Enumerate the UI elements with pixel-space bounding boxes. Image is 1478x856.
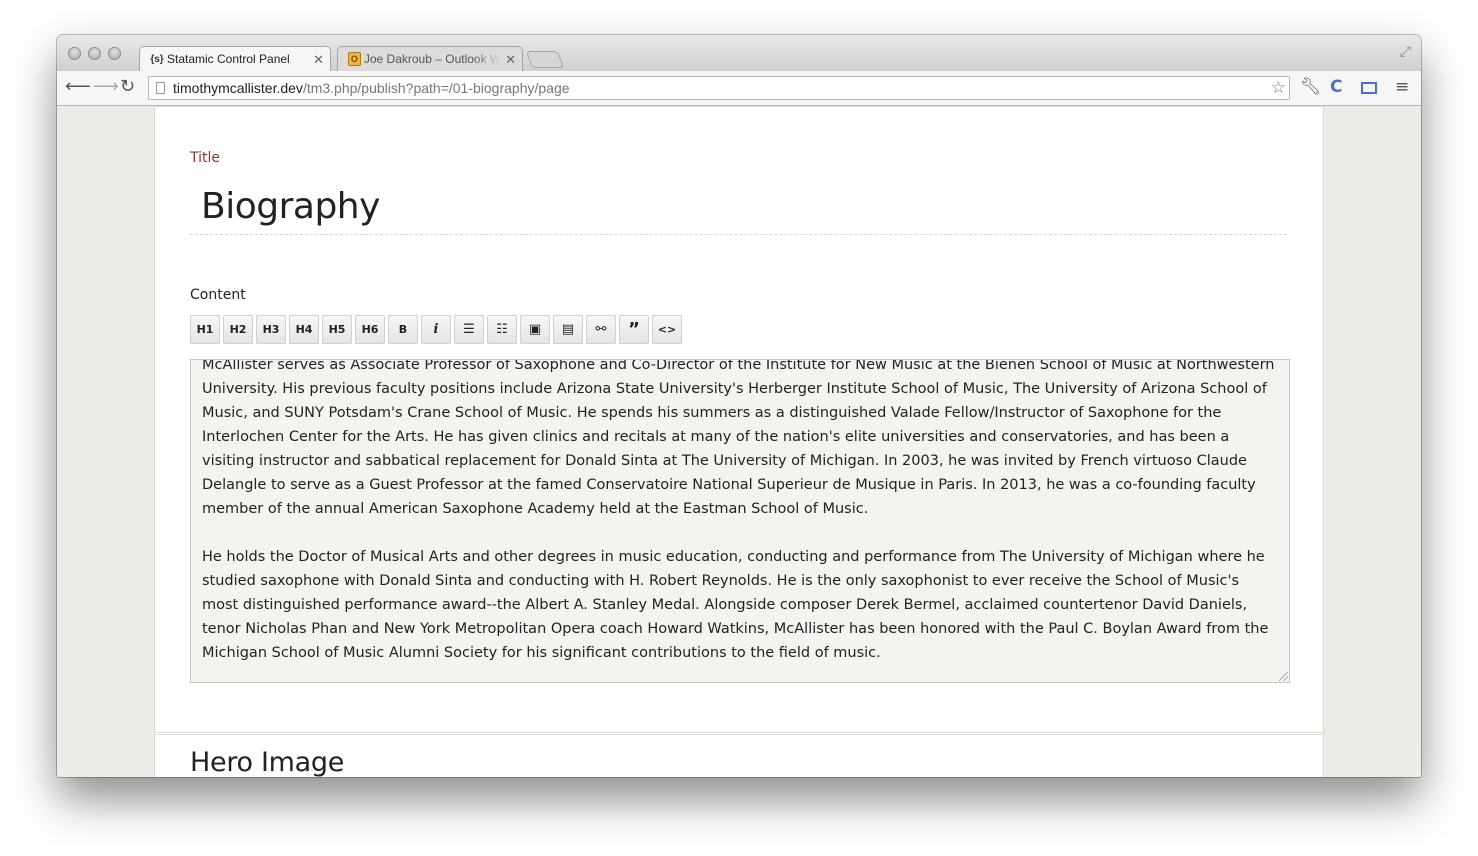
menu-icon[interactable]: ≡ — [1395, 77, 1409, 97]
content-text: McAllister serves as Associate Professor… — [202, 359, 1278, 665]
editor-toolbar: H1 H2 H3 H4 H5 H6 B i ☰ ☷ ▣ ▤ ⚯ ” <> — [190, 315, 682, 344]
file-button[interactable]: ▤ — [553, 315, 583, 344]
link-button[interactable]: ⚯ — [586, 315, 616, 344]
tab-statamic[interactable]: {s} Statamic Control Panel ✕ — [139, 46, 331, 71]
h1-button[interactable]: H1 — [190, 315, 220, 344]
file-icon: ▤ — [561, 322, 575, 337]
quote-button[interactable]: ” — [619, 315, 649, 344]
statamic-favicon-icon: {s} — [150, 53, 164, 65]
browser-toolbar: ⟵ ⟶ ↻ timothymcallister.dev/tm3.php/publ… — [57, 71, 1421, 106]
resize-handle[interactable] — [1279, 672, 1288, 681]
h3-button[interactable]: H3 — [256, 315, 286, 344]
bullet-list-button[interactable]: ☰ — [454, 315, 484, 344]
window-minimize-button[interactable] — [88, 47, 101, 60]
page-viewport: Title Content H1 H2 H3 H4 H5 H6 B i ☰ ☷ … — [57, 106, 1421, 777]
code-button[interactable]: <> — [652, 315, 682, 344]
h2-button[interactable]: H2 — [223, 315, 253, 344]
tab-outlook[interactable]: O Joe Dakroub – Outlook Web ✕ — [337, 46, 523, 71]
url-host: timothymcallister.dev — [173, 80, 303, 96]
bullet-list-icon: ☰ — [463, 322, 475, 337]
tab-strip: {s} Statamic Control Panel ✕ O Joe Dakro… — [57, 35, 1421, 71]
window-zoom-button[interactable] — [108, 47, 121, 60]
title-label: Title — [190, 150, 221, 166]
forward-icon[interactable]: ⟶ — [93, 76, 119, 97]
content-label: Content — [190, 287, 246, 303]
content-paragraph: McAllister serves as Associate Professor… — [202, 359, 1275, 517]
image-icon: ▣ — [528, 322, 542, 337]
extension-icon[interactable]: C — [1330, 77, 1342, 97]
italic-button[interactable]: i — [421, 315, 451, 344]
window-close-button[interactable] — [68, 47, 81, 60]
h5-button[interactable]: H5 — [322, 315, 352, 344]
star-icon[interactable]: ☆ — [1271, 78, 1286, 98]
tab-title: Statamic Control Panel — [167, 52, 290, 66]
browser-window: {s} Statamic Control Panel ✕ O Joe Dakro… — [57, 35, 1421, 777]
url-path: /tm3.php/publish?path=/01-biography/page — [302, 80, 570, 96]
quote-icon: ” — [628, 319, 640, 340]
screen-icon[interactable] — [1361, 82, 1377, 94]
section-divider — [155, 732, 1323, 735]
address-bar[interactable]: timothymcallister.dev/tm3.php/publish?pa… — [148, 76, 1290, 100]
h6-button[interactable]: H6 — [355, 315, 385, 344]
close-tab-icon[interactable]: ✕ — [313, 52, 324, 68]
image-button[interactable]: ▣ — [520, 315, 550, 344]
reload-icon[interactable]: ↻ — [120, 76, 135, 97]
bold-button[interactable]: B — [388, 315, 418, 344]
content-textarea[interactable]: McAllister serves as Associate Professor… — [190, 359, 1290, 683]
outlook-favicon-icon: O — [348, 52, 361, 66]
back-icon[interactable]: ⟵ — [65, 76, 91, 97]
new-tab-button[interactable] — [525, 51, 565, 68]
link-icon: ⚯ — [595, 322, 607, 337]
url-text[interactable]: timothymcallister.dev/tm3.php/publish?pa… — [173, 80, 570, 96]
title-input[interactable] — [190, 179, 1287, 235]
wrench-icon[interactable]: 🔧︎ — [1300, 77, 1322, 97]
hero-image-heading: Hero Image — [190, 747, 345, 777]
numbered-list-button[interactable]: ☷ — [487, 315, 517, 344]
publish-panel: Title Content H1 H2 H3 H4 H5 H6 B i ☰ ☷ … — [154, 106, 1324, 777]
close-tab-icon[interactable]: ✕ — [505, 52, 516, 68]
page-icon — [156, 82, 165, 94]
tab-title: Joe Dakroub – Outlook Web — [363, 52, 500, 66]
h4-button[interactable]: H4 — [289, 315, 319, 344]
fullscreen-icon[interactable]: ⤢ — [1400, 44, 1411, 60]
content-paragraph: He holds the Doctor of Musical Arts and … — [202, 549, 1269, 661]
numbered-list-icon: ☷ — [496, 322, 508, 337]
